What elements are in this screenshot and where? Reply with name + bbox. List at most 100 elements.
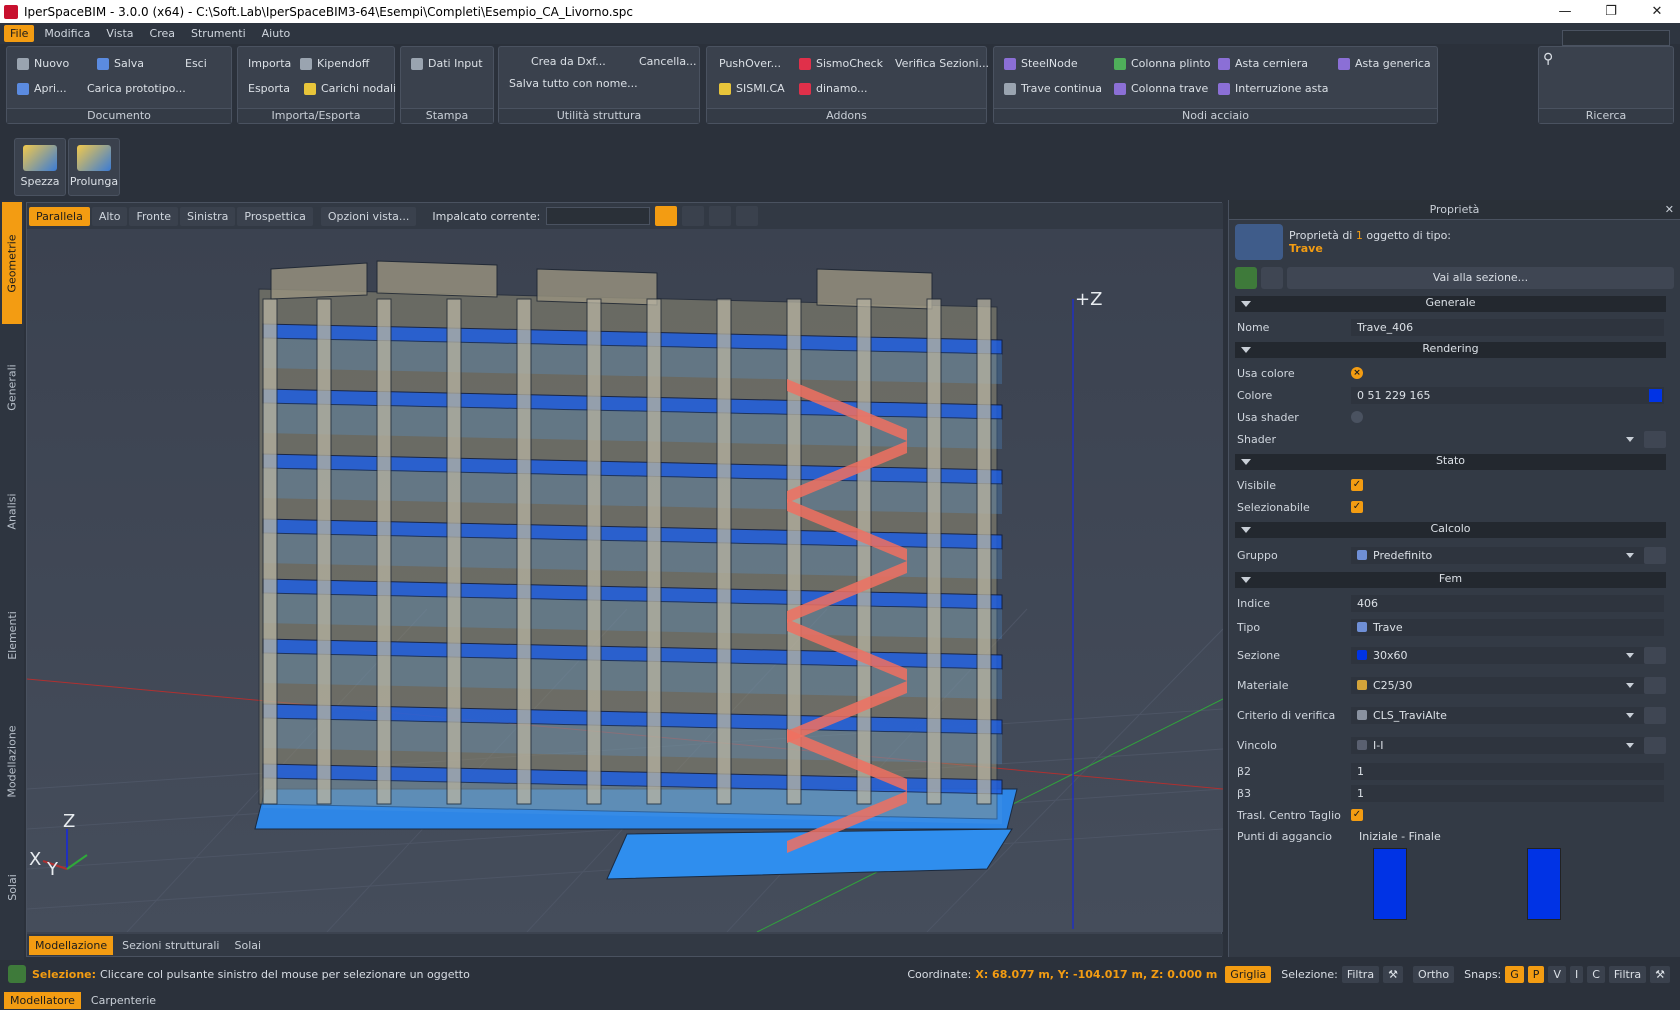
gear-icon[interactable] (1644, 676, 1666, 694)
griglia-button[interactable]: Griglia (1225, 965, 1272, 983)
column[interactable] (856, 298, 872, 805)
wrench-icon[interactable] (682, 206, 705, 226)
salva-tutto-button[interactable]: Salva tutto con nome... (509, 77, 638, 90)
goto-section-select[interactable]: Vai alla sezione... (1287, 267, 1674, 289)
aggancio-iniziale[interactable] (1373, 848, 1407, 920)
kipendoff-button[interactable]: Kipendoff (300, 57, 369, 70)
column[interactable] (516, 298, 532, 805)
snap-p-toggle[interactable]: P (1527, 965, 1545, 983)
menu-strumenti[interactable]: Strumenti (185, 25, 252, 42)
tab-generali[interactable]: Generali (2, 326, 22, 448)
back-arrow-icon[interactable] (1235, 267, 1257, 289)
forward-arrow-icon[interactable] (1261, 267, 1283, 289)
impalcato-select[interactable] (546, 207, 651, 225)
mode-carpenterie[interactable]: Carpenterie (85, 992, 162, 1009)
asta-generica-button[interactable]: Asta generica (1338, 57, 1431, 70)
column[interactable] (716, 298, 732, 805)
carichi-nodali-button[interactable]: Carichi nodali (304, 82, 396, 95)
dati-input-button[interactable]: Dati Input (411, 57, 483, 70)
usa-shader-radio[interactable] (1351, 411, 1363, 423)
column[interactable] (376, 298, 392, 805)
gruppo-select[interactable]: Predefinito (1351, 546, 1666, 564)
column[interactable] (926, 298, 942, 805)
carica-prototipo-button[interactable]: Carica prototipo... (87, 82, 186, 95)
aggancio-finale[interactable] (1527, 848, 1561, 920)
beta3-spinner[interactable]: 1 (1351, 784, 1664, 802)
cancella-button[interactable]: Cancella... (639, 55, 697, 68)
filtra-button[interactable]: Filtra (1341, 965, 1380, 983)
trasl-checkbox[interactable]: ✓ (1351, 809, 1363, 821)
column[interactable] (446, 298, 462, 805)
gear-icon[interactable] (1644, 646, 1666, 664)
tab-analisi[interactable]: Analisi (2, 450, 22, 572)
pin-icon[interactable] (736, 206, 759, 226)
steelnode-button[interactable]: SteelNode (1004, 57, 1078, 70)
snap-wrench-icon[interactable]: ⚒ (1650, 965, 1670, 983)
colonna-trave-button[interactable]: Colonna trave (1114, 82, 1208, 95)
tipo-select[interactable]: Trave (1351, 618, 1664, 636)
view-prospettica-button[interactable]: Prospettica (237, 206, 313, 226)
model-scene[interactable]: +Z Z X Y (27, 229, 1223, 932)
apri-button[interactable]: Apri... (17, 82, 67, 95)
salva-button[interactable]: Salva (97, 57, 144, 70)
gear-icon[interactable] (1644, 736, 1666, 754)
search-input[interactable] (1562, 30, 1670, 46)
esporta-button[interactable]: Esporta (248, 82, 290, 95)
menu-crea[interactable]: Crea (144, 25, 181, 42)
menu-file[interactable]: File (4, 25, 35, 42)
interruzione-asta-button[interactable]: Interruzione asta (1218, 82, 1328, 95)
minimize-button[interactable]: — (1542, 4, 1588, 19)
selezionabile-checkbox[interactable]: ✓ (1351, 501, 1363, 513)
tab-geometrie[interactable]: Geometrie (2, 202, 22, 324)
snap-c-toggle[interactable]: C (1587, 965, 1605, 983)
usa-colore-radio[interactable]: × (1351, 367, 1363, 379)
tab-modellazione[interactable]: Modellazione (2, 698, 22, 824)
snap-filtra-button[interactable]: Filtra (1608, 965, 1647, 983)
section-rendering[interactable]: Rendering (1235, 342, 1666, 358)
mode-modellatore[interactable]: Modellatore (4, 991, 81, 1009)
beta2-spinner[interactable]: 1 (1351, 762, 1664, 780)
section-stato[interactable]: Stato (1235, 454, 1666, 470)
esci-button[interactable]: Esci (185, 57, 207, 70)
crea-dxf-button[interactable]: Crea da Dxf... (531, 55, 606, 68)
column[interactable] (262, 298, 278, 805)
gear-icon[interactable] (1644, 706, 1666, 724)
section-calcolo[interactable]: Calcolo (1235, 522, 1666, 538)
sismica-button[interactable]: SISMI.CA (719, 82, 785, 95)
snap-v-toggle[interactable]: V (1548, 965, 1566, 983)
view-parallela-button[interactable]: Parallela (29, 206, 90, 226)
asta-cerniera-button[interactable]: Asta cerniera (1218, 57, 1308, 70)
dinamo-button[interactable]: dinamo... (799, 82, 868, 95)
gear-icon[interactable] (1644, 546, 1666, 564)
section-fem[interactable]: Fem (1235, 572, 1666, 588)
close-button[interactable]: ✕ (1634, 4, 1680, 19)
snap-g-toggle[interactable]: G (1505, 965, 1524, 983)
color-swatch[interactable] (1649, 388, 1662, 402)
verifica-sezioni-button[interactable]: Verifica Sezioni... (895, 57, 989, 70)
column[interactable] (316, 298, 332, 805)
shader-select[interactable] (1351, 430, 1666, 448)
vincolo-select[interactable]: I-I (1351, 736, 1666, 754)
trave-continua-button[interactable]: Trave continua (1004, 82, 1102, 95)
prolunga-button[interactable]: Prolunga (68, 138, 120, 196)
visibile-checkbox[interactable]: ✓ (1351, 479, 1363, 491)
lock-icon[interactable] (655, 206, 678, 226)
tab-elementi[interactable]: Elementi (2, 574, 22, 696)
section-generale[interactable]: Generale (1235, 296, 1666, 312)
menu-modifica[interactable]: Modifica (38, 25, 96, 42)
sezione-select[interactable]: 30x60 (1351, 646, 1666, 664)
criterio-select[interactable]: CLS_TraviAlte (1351, 706, 1666, 724)
gear-icon[interactable] (1644, 430, 1666, 448)
materiale-select[interactable]: C25/30 (1351, 676, 1666, 694)
menu-vista[interactable]: Vista (100, 25, 139, 42)
menu-aiuto[interactable]: Aiuto (256, 25, 297, 42)
importa-button[interactable]: Importa (248, 57, 291, 70)
column[interactable] (586, 298, 602, 805)
view-sinistra-button[interactable]: Sinistra (180, 206, 236, 226)
column[interactable] (646, 298, 662, 805)
properties-close-button[interactable]: ✕ (1665, 200, 1674, 220)
home-icon[interactable] (709, 206, 732, 226)
nome-field[interactable]: Trave_406 (1351, 318, 1664, 336)
tab-modellazione-view[interactable]: Modellazione (29, 935, 114, 955)
opzioni-vista-button[interactable]: Opzioni vista... (320, 206, 417, 226)
